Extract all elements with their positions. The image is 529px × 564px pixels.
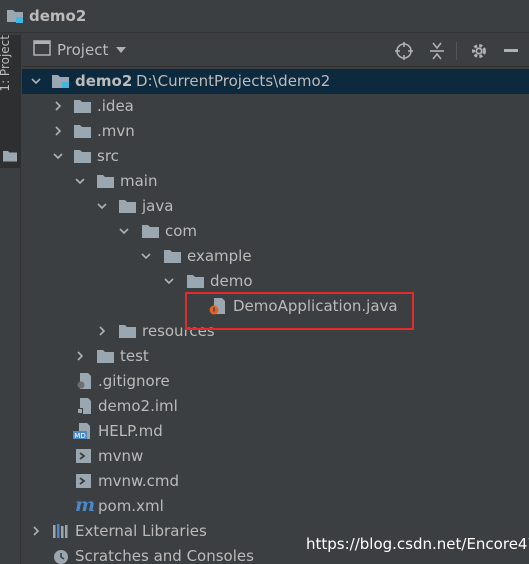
maven-icon: m (74, 494, 96, 516)
chevron-down-icon[interactable] (118, 225, 130, 237)
window-title: demo2 (29, 7, 87, 25)
project-tool-tab[interactable]: 1: Project (0, 35, 21, 168)
chevron-down-icon[interactable] (52, 150, 64, 162)
tree-item-label: com (165, 222, 198, 240)
tree-row-help[interactable]: MD HELP.md (22, 419, 529, 444)
tree-item-label: example (187, 247, 252, 265)
tree-item-label: .gitignore (98, 372, 170, 390)
crosshair-icon (395, 42, 413, 60)
tree-item-label: HELP.md (98, 422, 163, 440)
maven-glyph: m (75, 495, 95, 515)
tree-row-java[interactable]: java (22, 194, 529, 219)
tree-row-example[interactable]: example (22, 244, 529, 269)
package-icon (164, 248, 182, 264)
view-selector[interactable]: Project (33, 40, 127, 60)
tree-row-pom[interactable]: m pom.xml (22, 494, 529, 519)
gear-icon (472, 44, 486, 58)
tool-window-strip: 1: Project (0, 33, 21, 564)
minimize-icon (504, 49, 518, 52)
tree-item-label: test (120, 347, 149, 365)
tree-item-label: .idea (97, 97, 134, 115)
tree-item-label: java (142, 197, 174, 215)
root-project-name: demo2 (75, 72, 133, 90)
libraries-icon (52, 523, 70, 539)
project-tool-tab-label: 1: Project (0, 35, 12, 92)
chevron-down-icon (116, 47, 127, 53)
tree-row-src[interactable]: src (22, 144, 529, 169)
folder-icon (97, 348, 115, 364)
scratches-icon (52, 548, 70, 564)
tree-item-label: main (120, 172, 158, 190)
settings-button[interactable] (469, 41, 489, 61)
chevron-down-icon[interactable] (30, 75, 42, 87)
tree-item-label: src (97, 147, 119, 165)
tree-row-gitignore[interactable]: .gitignore (22, 369, 529, 394)
tree-row-idea[interactable]: .idea (22, 94, 529, 119)
title-bar: demo2 (0, 0, 529, 33)
cmd-script-icon (75, 472, 93, 488)
chevron-down-icon[interactable] (140, 250, 152, 262)
tree-row-test[interactable]: test (22, 344, 529, 369)
collapse-all-button[interactable] (427, 41, 447, 61)
tree-row-com[interactable]: com (22, 219, 529, 244)
tree-row-demo[interactable]: demo (22, 269, 529, 294)
ignore-file-icon (76, 372, 94, 389)
hide-panel-button[interactable] (501, 41, 521, 61)
resources-folder-icon (119, 323, 137, 339)
header-separator (456, 42, 457, 60)
tree-item-label: demo2.iml (98, 397, 178, 415)
shell-script-icon (75, 447, 93, 463)
tree-row-main[interactable]: main (22, 169, 529, 194)
folder-icon (74, 148, 92, 164)
md-badge-text: MD (74, 432, 85, 440)
source-folder-icon (119, 198, 137, 214)
folder-icon (74, 123, 92, 139)
chevron-down-icon[interactable] (74, 175, 86, 187)
collapse-all-icon (430, 42, 444, 60)
markdown-file-icon: MD (73, 422, 91, 440)
folder-icon (97, 173, 115, 189)
project-panel-header: Project (22, 34, 529, 67)
chevron-down-icon[interactable] (163, 275, 175, 287)
tree-item-label: demo (210, 272, 253, 290)
chevron-down-icon[interactable] (96, 200, 108, 212)
package-icon (187, 273, 205, 289)
chevron-right-icon[interactable] (52, 100, 64, 112)
package-icon (142, 223, 160, 239)
chevron-right-icon[interactable] (30, 525, 42, 537)
tree-item-label: mvnw.cmd (98, 472, 180, 490)
view-selector-label: Project (57, 41, 109, 59)
watermark-text: https://blog.csdn.net/Encore47 (306, 535, 529, 553)
root-project-path: D:\CurrentProjects\demo2 (136, 72, 331, 90)
module-folder-icon (52, 73, 70, 89)
tree-item-label: External Libraries (75, 522, 207, 540)
folder-icon (3, 147, 17, 166)
tree-row-mvnw-cmd[interactable]: mvnw.cmd (22, 469, 529, 494)
chevron-right-icon[interactable] (96, 325, 108, 337)
tree-item-label: Scratches and Consoles (75, 547, 254, 564)
tree-row-mvnw[interactable]: mvnw (22, 444, 529, 469)
tree-row-mvn[interactable]: .mvn (22, 119, 529, 144)
locate-file-button[interactable] (394, 41, 414, 61)
tree-row-iml[interactable]: demo2.iml (22, 394, 529, 419)
project-folder-icon (6, 8, 24, 24)
tree-item-label: .mvn (97, 122, 135, 140)
folder-icon (74, 98, 92, 114)
chevron-right-icon[interactable] (74, 350, 86, 362)
tree-row-root[interactable]: demo2 D:\CurrentProjects\demo2 (22, 69, 529, 94)
chevron-right-icon[interactable] (52, 125, 64, 137)
project-view-icon (33, 40, 51, 60)
highlight-annotation (185, 292, 414, 330)
tree-item-label: pom.xml (98, 497, 164, 515)
tree-item-label: mvnw (98, 447, 144, 465)
module-file-icon (76, 397, 94, 414)
